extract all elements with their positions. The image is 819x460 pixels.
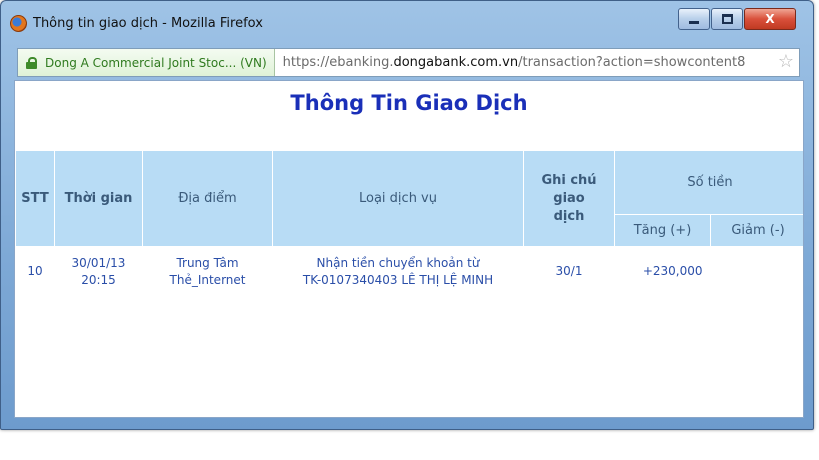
minimize-button[interactable] xyxy=(678,8,710,30)
row-note: 30/1 xyxy=(555,264,583,278)
maximize-icon xyxy=(721,14,733,24)
header-time: Thời gian xyxy=(54,150,143,247)
page-content: Thông Tin Giao Dịch STT Thời gian Địa đi… xyxy=(14,80,804,418)
cell-increase: +230,000 xyxy=(615,247,711,290)
row-stt: 10 xyxy=(27,264,43,278)
url-suffix: /transaction?action=showcontent8 xyxy=(518,55,746,70)
row-time: 20:15 xyxy=(81,273,116,287)
url-domain: dongabank.com.vn xyxy=(393,55,519,70)
page-title: Thông Tin Giao Dịch xyxy=(290,91,528,115)
lock-icon xyxy=(26,56,37,69)
minimize-icon xyxy=(689,20,699,24)
table-row: 10 30/01/13 20:15 Trung Tâm Thẻ_Internet N… xyxy=(16,247,804,290)
header-increase: Tăng (+) xyxy=(614,214,711,247)
row-date: 30/01/13 xyxy=(71,256,126,270)
close-icon: X xyxy=(765,12,775,26)
site-identity-label: Dong A Commercial Joint Stoc... (VN) xyxy=(45,55,267,70)
title-bar[interactable]: Thông tin giao dịch - Mozilla Firefox X xyxy=(1,1,813,45)
close-button[interactable]: X xyxy=(744,8,796,30)
cell-service: Nhận tiền chuyển khoản từ TK-0107340403 L… xyxy=(273,247,524,290)
firefox-window: Thông tin giao dịch - Mozilla Firefox X … xyxy=(0,0,814,430)
cell-stt: 10 xyxy=(16,247,55,290)
cell-decrease xyxy=(711,247,804,290)
row-service-line1: Nhận tiền chuyển khoản từ xyxy=(316,256,480,270)
cell-place: Trung Tâm Thẻ_Internet xyxy=(143,247,273,290)
row-place-line1: Trung Tâm xyxy=(176,256,239,270)
row-service-line2: TK-0107340403 LÊ THỊ LỆ MINH xyxy=(302,273,494,287)
header-amount: Số tiền xyxy=(613,150,803,215)
firefox-logo-icon xyxy=(10,15,27,32)
header-service: Loại dịch vụ xyxy=(272,150,524,247)
row-place-line2: Thẻ_Internet xyxy=(169,273,246,287)
url-prefix: https://ebanking. xyxy=(282,55,394,70)
header-decrease: Giảm (-) xyxy=(709,214,803,247)
header-note: Ghi chú giao dịch xyxy=(523,150,615,247)
bookmark-star-icon[interactable]: ☆ xyxy=(777,53,795,71)
cell-time: 30/01/13 20:15 xyxy=(55,247,143,290)
header-stt: STT xyxy=(15,150,55,247)
header-place: Địa điểm xyxy=(142,150,273,247)
url-field[interactable]: https://ebanking.dongabank.com.vn/transa… xyxy=(275,55,799,70)
row-increase: +230,000 xyxy=(642,264,703,278)
site-identity-button[interactable]: Dong A Commercial Joint Stoc... (VN) xyxy=(18,49,275,76)
maximize-button[interactable] xyxy=(711,8,743,30)
url-bar[interactable]: Dong A Commercial Joint Stoc... (VN) htt… xyxy=(17,48,800,77)
cell-note: 30/1 xyxy=(524,247,615,290)
transaction-table: STT Thời gian Địa điểm Loại dịch vụ Ghi … xyxy=(15,150,804,290)
window-title: Thông tin giao dịch - Mozilla Firefox xyxy=(33,16,263,31)
